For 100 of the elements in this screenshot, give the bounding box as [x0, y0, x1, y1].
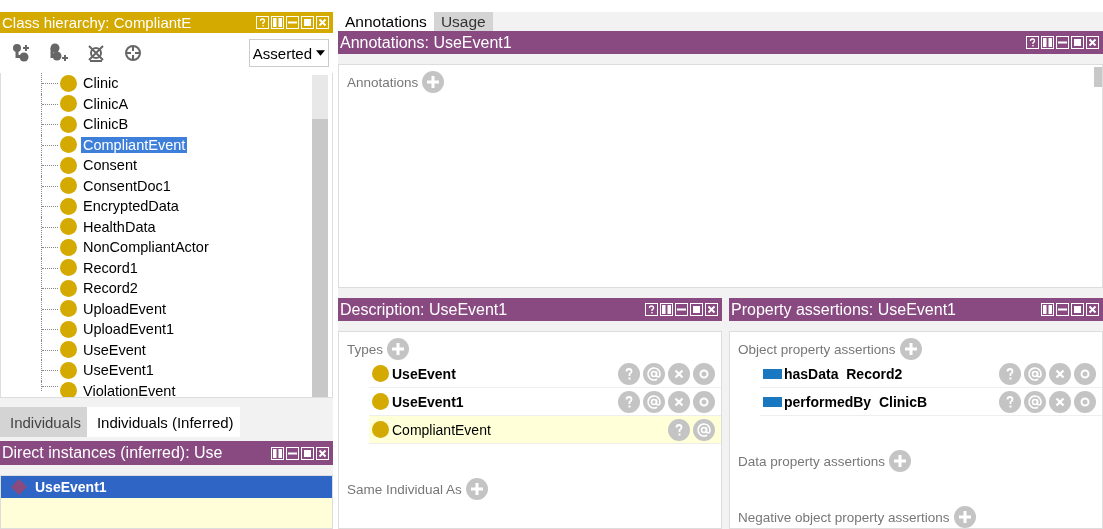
tree-item[interactable]: ClinicB	[81, 116, 131, 133]
section-label: Types	[347, 341, 384, 357]
tree-item[interactable]: UseEvent	[81, 341, 148, 358]
tree-item[interactable]: EncryptedData	[81, 198, 181, 215]
object-property-icon	[763, 368, 782, 379]
delete-icon[interactable]	[668, 390, 690, 413]
assertion-row[interactable]: performedBy ClinicB	[760, 388, 1102, 416]
class-icon	[60, 300, 77, 318]
tree-item[interactable]: UploadEvent1	[81, 321, 177, 338]
type-row[interactable]: CompliantEvent	[369, 416, 721, 444]
tree-item[interactable]: UploadEvent	[81, 300, 169, 317]
tree-item[interactable]: Record2	[81, 280, 140, 297]
delete-class-icon[interactable]	[86, 43, 106, 63]
annotate-icon[interactable]	[1024, 390, 1046, 413]
tree-item[interactable]: ViolationEvent	[81, 382, 178, 397]
edit-icon[interactable]	[693, 390, 715, 413]
panel-title: Class hierarchy: CompliantE	[2, 14, 193, 31]
edit-icon[interactable]	[1074, 390, 1096, 413]
split-vertical-icon[interactable]	[1041, 36, 1054, 49]
help-icon[interactable]	[1026, 36, 1039, 49]
type-name: UseEvent	[392, 365, 457, 382]
caret-icon	[316, 50, 325, 56]
close-icon[interactable]	[316, 446, 329, 460]
add-icon[interactable]	[422, 71, 445, 93]
help-icon[interactable]	[645, 303, 658, 316]
type-name: CompliantEvent	[392, 421, 492, 438]
type-row[interactable]: UseEvent	[369, 360, 721, 388]
assertion-text: hasData Record2	[784, 365, 904, 382]
individual-name: UseEvent1	[35, 479, 107, 495]
add-subclass-icon[interactable]	[12, 43, 32, 63]
class-icon	[372, 421, 389, 438]
class-icon	[60, 136, 77, 154]
class-icon	[60, 115, 77, 133]
scroll-thumb[interactable]	[1094, 67, 1102, 87]
tab[interactable]: Usage	[433, 12, 493, 31]
tab[interactable]: Annotations	[338, 12, 434, 31]
view-dropdown[interactable]: Asserted	[248, 39, 329, 67]
close-icon[interactable]	[1086, 36, 1099, 49]
close-icon[interactable]	[705, 303, 718, 316]
tree-item[interactable]: ClinicA	[81, 95, 131, 112]
class-icon	[372, 365, 389, 382]
maximize-icon[interactable]	[301, 446, 314, 460]
assertion-row[interactable]: hasData Record2	[760, 360, 1102, 388]
class-icon	[60, 279, 77, 297]
split-horizontal-icon[interactable]	[675, 303, 688, 316]
object-property-icon	[763, 396, 782, 407]
section-label: Data property assertions	[738, 453, 886, 469]
delete-icon[interactable]	[668, 362, 690, 385]
section-label: Object property assertions	[738, 341, 896, 357]
add-icon[interactable]	[953, 506, 976, 528]
class-icon	[60, 197, 77, 215]
section-label: Annotations	[347, 74, 419, 90]
class-icon	[60, 259, 77, 277]
annotate-icon[interactable]	[643, 390, 665, 413]
add-icon[interactable]	[465, 478, 488, 500]
class-icon	[60, 74, 77, 92]
split-horizontal-icon[interactable]	[1056, 36, 1069, 49]
section-label: Negative object property assertions	[738, 509, 950, 525]
crosshair-icon[interactable]	[123, 43, 143, 63]
tree-item[interactable]: NonCompliantActor	[81, 239, 211, 256]
class-icon	[60, 320, 77, 338]
delete-icon[interactable]	[1049, 362, 1071, 385]
tree-item[interactable]: ConsentDoc1	[81, 177, 173, 194]
split-vertical-icon[interactable]	[1041, 303, 1054, 316]
list-item[interactable]: UseEvent1	[1, 476, 332, 498]
annotate-icon[interactable]	[643, 362, 665, 385]
annotate-icon[interactable]	[1024, 362, 1046, 385]
tree-item[interactable]: Clinic	[81, 75, 121, 92]
split-vertical-icon[interactable]	[271, 446, 284, 460]
delete-icon[interactable]	[1049, 390, 1071, 413]
split-vertical-icon[interactable]	[660, 303, 673, 316]
tab[interactable]: Individuals	[0, 407, 87, 437]
edit-icon[interactable]	[693, 362, 715, 385]
maximize-icon[interactable]	[1071, 36, 1084, 49]
tree-item[interactable]: UseEvent1	[81, 362, 156, 379]
panel-title: Property assertions: UseEvent1	[731, 300, 957, 319]
tree-item[interactable]: Record1	[81, 259, 140, 276]
add-icon[interactable]	[387, 338, 410, 360]
class-icon	[60, 361, 77, 379]
edit-icon[interactable]	[1074, 362, 1096, 385]
section-label: Same Individual As	[347, 481, 462, 497]
class-icon	[372, 393, 389, 410]
close-icon[interactable]	[1086, 303, 1099, 316]
tree-item[interactable]: Consent	[81, 157, 139, 174]
add-icon[interactable]	[899, 338, 922, 360]
split-horizontal-icon[interactable]	[286, 446, 299, 460]
annotate-icon[interactable]	[693, 418, 715, 441]
tree-item[interactable]: HealthData	[81, 218, 158, 235]
add-sibling-icon[interactable]	[49, 43, 69, 63]
split-horizontal-icon[interactable]	[1056, 303, 1069, 316]
maximize-icon[interactable]	[1071, 303, 1084, 316]
class-icon	[60, 156, 77, 174]
add-icon[interactable]	[889, 450, 912, 472]
panel-title: Description: UseEvent1	[340, 300, 509, 319]
class-icon	[60, 177, 77, 195]
maximize-icon[interactable]	[690, 303, 703, 316]
class-icon	[60, 95, 77, 113]
tree-item[interactable]: CompliantEvent	[81, 136, 188, 153]
class-icon	[60, 382, 77, 397]
tab[interactable]: Individuals (Inferred)	[86, 407, 240, 437]
